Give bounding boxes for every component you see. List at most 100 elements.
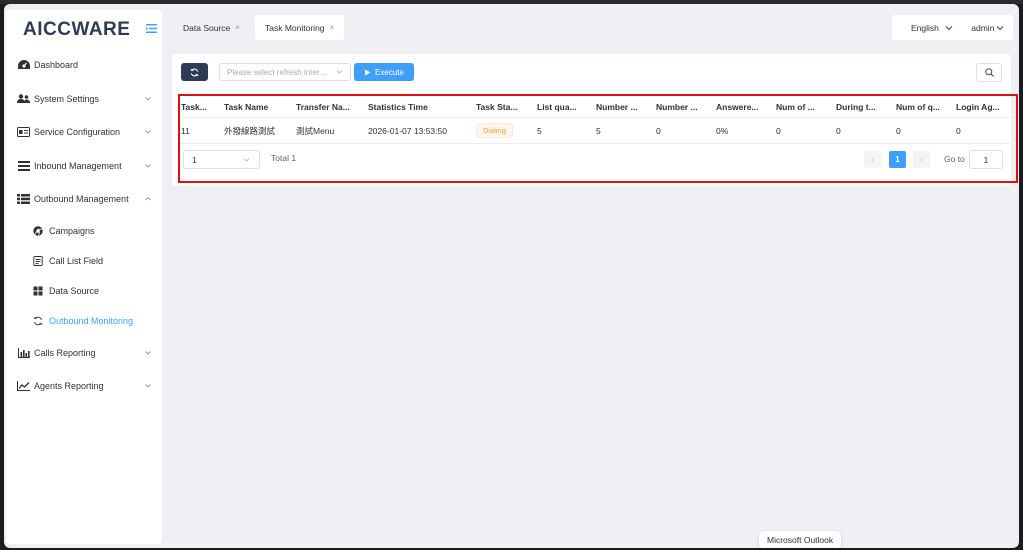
sidebar-subitem-label: Data Source: [49, 286, 100, 296]
execute-button[interactable]: Execute: [354, 63, 414, 81]
chevron-down-icon: [945, 26, 953, 31]
chrome-icon: [33, 226, 43, 236]
table-header-cell[interactable]: Login Ag...: [956, 96, 1012, 117]
dock-tooltip: Microsoft Outlook: [759, 531, 842, 548]
sidebar-item-outbound-management[interactable]: Outbound Management: [6, 184, 162, 214]
page-size-select[interactable]: 1: [183, 150, 260, 169]
table-header-cell[interactable]: Transfer Na...: [296, 96, 362, 117]
table-cell: 0: [776, 125, 781, 136]
sidebar-item-agents-reporting[interactable]: Agents Reporting: [6, 371, 162, 401]
header-menu: English admin: [892, 15, 1013, 40]
sidebar-subitem-campaigns[interactable]: Campaigns: [6, 216, 162, 246]
list-icon: [17, 161, 30, 172]
table-cell: 0: [656, 125, 661, 136]
table-cell: 測試Menu: [296, 125, 335, 136]
file-list-icon: [33, 256, 43, 266]
table-cell: 5: [537, 125, 542, 136]
sidebar-subitem-label: Call List Field: [49, 256, 104, 266]
sidebar-item-label: System Settings: [34, 94, 100, 104]
table-header-row: Task... Task Name Transfer Na... Statist…: [180, 96, 1012, 118]
bar-chart-icon: [17, 348, 30, 359]
pagination-total: Total 1: [271, 153, 297, 163]
sidebar-item-label: Dashboard: [34, 60, 79, 70]
table-header-cell[interactable]: Num of q...: [896, 96, 952, 117]
table-cell: 0: [896, 125, 901, 136]
task-monitoring-table: Task... Task Name Transfer Na... Statist…: [180, 96, 1012, 144]
table-list-icon: [17, 194, 30, 205]
table-header-cell[interactable]: During t...: [836, 96, 892, 117]
sidebar-item-label: Calls Reporting: [34, 348, 96, 358]
sidebar-item-label: Service Configuration: [34, 127, 121, 137]
chevron-down-icon: [145, 130, 151, 134]
refresh-icon: [33, 316, 43, 326]
chevron-down-icon: [145, 164, 151, 168]
menu-collapse-icon[interactable]: [146, 24, 157, 33]
sidebar-subitem-outbound-monitoring[interactable]: Outbound Monitoring: [6, 306, 162, 336]
sidebar-subitem-label: Outbound Monitoring: [49, 316, 134, 326]
chevron-down-icon: [145, 384, 151, 388]
sidebar-item-label: Inbound Management: [34, 161, 122, 171]
user-menu[interactable]: admin: [971, 23, 1004, 33]
page-number-button[interactable]: 1: [889, 151, 906, 168]
table-header-cell[interactable]: Task Sta...: [476, 96, 532, 117]
refresh-button[interactable]: [181, 63, 208, 81]
close-icon[interactable]: ×: [330, 23, 335, 32]
user-name: admin: [971, 22, 995, 33]
goto-label: Go to: [944, 154, 965, 164]
page-size-value: 1: [192, 154, 197, 165]
table-header-cell[interactable]: Number ...: [656, 96, 712, 117]
tooltip-text: Microsoft Outlook: [767, 535, 834, 545]
chevron-down-icon: [145, 97, 151, 101]
chevron-down-icon: [997, 26, 1004, 31]
grid-icon: [33, 286, 43, 296]
search-icon: [984, 68, 994, 77]
sidebar: AICCWARE Dashboard System Settings Servi…: [6, 10, 162, 544]
table-header-cell[interactable]: List qua...: [537, 96, 593, 117]
execute-label: Execute: [375, 67, 404, 77]
dashboard-icon: [17, 60, 30, 71]
table-cell: 2026-01-07 13:53:50: [368, 125, 447, 136]
sidebar-item-inbound-management[interactable]: Inbound Management: [6, 151, 162, 181]
table-header-cell[interactable]: Answere...: [716, 96, 772, 117]
table-cell: 0: [836, 125, 841, 136]
tab-data-source[interactable]: Data Source ×: [173, 15, 250, 40]
sidebar-item-label: Outbound Management: [34, 194, 129, 204]
table-header-cell[interactable]: Statistics Time: [368, 96, 468, 117]
refresh-icon: [190, 68, 199, 76]
goto-page-input[interactable]: 1: [969, 150, 1003, 169]
line-chart-icon: [17, 381, 30, 392]
app-window: AICCWARE Dashboard System Settings Servi…: [4, 4, 1019, 548]
table-header-cell[interactable]: Task...: [181, 96, 219, 117]
tab-task-monitoring[interactable]: Task Monitoring ×: [255, 15, 345, 40]
table-cell: 11: [181, 125, 190, 136]
table-cell: 5: [596, 125, 601, 136]
chevron-down-icon: [336, 70, 343, 74]
play-icon: [365, 69, 371, 75]
sidebar-item-label: Agents Reporting: [34, 381, 104, 391]
search-button[interactable]: [976, 63, 1002, 82]
sidebar-item-service-configuration[interactable]: Service Configuration: [6, 117, 162, 147]
language-selector[interactable]: English: [911, 23, 953, 33]
chevron-down-icon: [145, 351, 151, 355]
refresh-interval-select[interactable]: Please select refresh inter...: [219, 63, 351, 81]
table-header-cell[interactable]: Num of ...: [776, 96, 832, 117]
tab-label: Task Monitoring: [265, 22, 325, 33]
app-logo: AICCWARE: [23, 19, 131, 40]
sidebar-item-dashboard[interactable]: Dashboard: [6, 50, 162, 80]
task-monitoring-panel: Please select refresh inter... Execute T…: [172, 54, 1018, 186]
next-page-button[interactable]: ›: [913, 151, 930, 168]
status-badge: Dialing: [476, 123, 513, 138]
sidebar-item-calls-reporting[interactable]: Calls Reporting: [6, 338, 162, 368]
refresh-interval-placeholder: Please select refresh inter...: [227, 67, 326, 77]
sidebar-subitem-data-source[interactable]: Data Source: [6, 276, 162, 306]
prev-page-button[interactable]: ‹: [864, 151, 881, 168]
close-icon[interactable]: ×: [235, 23, 240, 32]
sidebar-subitem-call-list-field[interactable]: Call List Field: [6, 246, 162, 276]
tab-label: Data Source: [183, 22, 231, 33]
table-row[interactable]: 11 外撥線路測試 測試Menu 2026-01-07 13:53:50 Dia…: [180, 118, 1012, 144]
sidebar-item-system-settings[interactable]: System Settings: [6, 84, 162, 114]
sidebar-subitem-label: Campaigns: [49, 226, 95, 236]
table-header-cell[interactable]: Number ...: [596, 96, 652, 117]
table-cell: Dialing: [476, 118, 532, 143]
table-header-cell[interactable]: Task Name: [224, 96, 290, 117]
